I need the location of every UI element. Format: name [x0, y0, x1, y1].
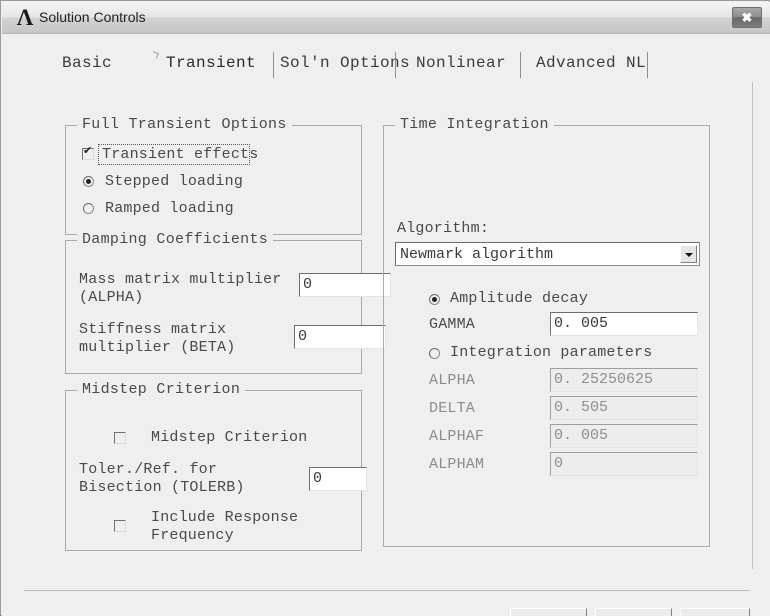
title-bar: Λ Solution Controls ✖: [2, 2, 770, 34]
tab-transient[interactable]: Transient: [166, 44, 256, 82]
stiffness-matrix-multiplier-input[interactable]: 0: [294, 325, 386, 349]
integration-parameters-radio[interactable]: [429, 348, 440, 359]
transient-effects-label: Transient effects: [102, 146, 259, 163]
stepped-loading-label: Stepped loading: [105, 173, 244, 190]
alpha-label: ALPHA: [429, 372, 476, 389]
gamma-label: GAMMA: [429, 316, 476, 333]
tab-nonlinear[interactable]: Nonlinear: [416, 44, 506, 82]
midstep-criterion-checkbox[interactable]: [114, 432, 126, 444]
tab-basic[interactable]: Basic: [62, 44, 112, 82]
include-response-frequency-label-line1: Include Response: [151, 509, 299, 526]
stiffness-matrix-multiplier-label-line1: Stiffness matrix: [79, 321, 227, 338]
tab-separator-tick: [151, 51, 159, 59]
delta-input[interactable]: 0. 505: [550, 396, 698, 420]
group-full-transient-options: Full Transient Options Transient effects…: [65, 116, 362, 235]
amplitude-decay-radio[interactable]: [429, 294, 440, 305]
include-response-frequency-checkbox[interactable]: [114, 520, 126, 532]
integration-parameters-label: Integration parameters: [450, 344, 653, 361]
close-icon[interactable]: ✖: [732, 7, 762, 28]
mass-matrix-multiplier-label-line1: Mass matrix multiplier: [79, 271, 282, 288]
alpha-input[interactable]: 0. 25250625: [550, 368, 698, 392]
tab-separator: [520, 52, 521, 78]
mass-matrix-multiplier-input[interactable]: 0: [299, 273, 391, 297]
include-response-frequency-label-line2: Frequency: [151, 527, 234, 544]
group-time-integration: Time Integration Algorithm: Newmark algo…: [383, 116, 710, 547]
footer-separator: [24, 590, 750, 591]
help-button[interactable]: Help: [680, 608, 750, 616]
chevron-down-icon[interactable]: [680, 245, 697, 263]
group-title-time-integration: Time Integration: [395, 116, 554, 133]
tolerb-label-line2: Bisection (TOLERB): [79, 479, 245, 496]
group-title-full-transient-options: Full Transient Options: [77, 116, 292, 133]
mass-matrix-multiplier-label-line2: (ALPHA): [79, 289, 144, 306]
algorithm-label: Algorithm:: [397, 220, 490, 237]
algorithm-select-value: Newmark algorithm: [400, 246, 554, 263]
solution-controls-dialog: Λ Solution Controls ✖ Basic Transient So…: [0, 0, 770, 616]
tab-separator: [273, 52, 274, 78]
stiffness-matrix-multiplier-label-line2: multiplier (BETA): [79, 339, 236, 356]
dialog-window: Λ Solution Controls ✖ Basic Transient So…: [0, 0, 770, 616]
gamma-input[interactable]: 0. 005: [550, 312, 698, 336]
group-midstep-criterion: Midstep Criterion Midstep Criterion Tole…: [65, 381, 367, 551]
tolerb-input[interactable]: 0: [309, 467, 367, 491]
tab-separator: [647, 52, 648, 78]
window-title: Solution Controls: [39, 9, 146, 25]
client-area: Basic Transient Sol'n Options Nonlinear …: [2, 34, 770, 616]
transient-effects-checkbox[interactable]: [82, 145, 94, 160]
stepped-loading-radio[interactable]: [83, 176, 94, 187]
alphaf-label: ALPHAF: [429, 428, 485, 445]
ok-button[interactable]: OK: [510, 608, 587, 616]
ramped-loading-radio[interactable]: [83, 203, 94, 214]
tab-page-transient: Full Transient Options Transient effects…: [24, 82, 753, 569]
group-damping-coefficients: Damping Coefficients Mass matrix multipl…: [65, 231, 391, 374]
amplitude-decay-label: Amplitude decay: [450, 290, 589, 307]
cancel-button[interactable]: Cancel: [595, 608, 672, 616]
alphaf-input[interactable]: 0. 005: [550, 424, 698, 448]
tab-soln-options[interactable]: Sol'n Options: [280, 44, 410, 82]
tolerb-label-line1: Toler./Ref. for: [79, 461, 218, 478]
algorithm-select[interactable]: Newmark algorithm: [395, 242, 700, 266]
midstep-criterion-checkbox-label: Midstep Criterion: [151, 429, 308, 446]
tab-advanced-nl[interactable]: Advanced NL: [536, 44, 646, 82]
delta-label: DELTA: [429, 400, 476, 417]
group-title-damping-coefficients: Damping Coefficients: [77, 231, 274, 248]
tab-separator: [395, 52, 396, 78]
alpham-input[interactable]: 0: [550, 452, 698, 476]
ansys-logo-icon: Λ: [16, 5, 34, 30]
alpham-label: ALPHAM: [429, 456, 485, 473]
ramped-loading-label: Ramped loading: [105, 200, 234, 217]
group-title-midstep-criterion: Midstep Criterion: [77, 381, 246, 398]
tab-strip: Basic Transient Sol'n Options Nonlinear …: [24, 44, 748, 82]
